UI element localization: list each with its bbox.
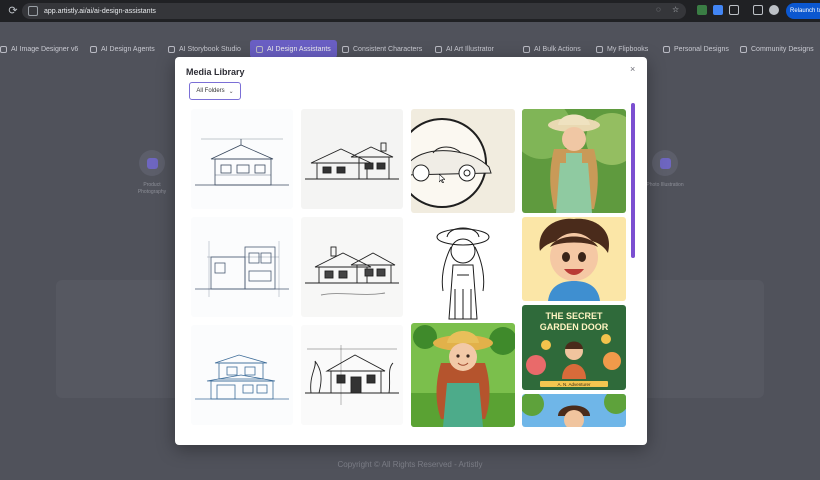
media-icon[interactable]	[753, 5, 763, 15]
book-title-line1: THE SECRET	[545, 311, 603, 321]
profile-avatar[interactable]	[769, 5, 779, 15]
nav-label: AI Bulk Actions	[534, 45, 581, 53]
eye-off-icon[interactable]: ◌	[656, 6, 664, 14]
user-icon	[342, 45, 349, 53]
nav-item-bulk-actions[interactable]: AI Bulk Actions	[523, 40, 581, 58]
folder-select-value: All Folders	[196, 88, 225, 94]
nav-label: My Flipbooks	[607, 45, 649, 53]
top-nav: AI Image Designer v6 AI Design Agents AI…	[0, 40, 820, 58]
nav-label: AI Design Assistants	[267, 45, 331, 53]
star-icon[interactable]: ☆	[672, 6, 680, 14]
extension-icon[interactable]	[697, 5, 707, 15]
grid-icon	[740, 45, 747, 53]
media-thumbnail[interactable]: THE SECRET GARDEN DOOR A. N. Adventurer	[522, 305, 626, 390]
wand-icon	[0, 45, 7, 53]
camera-icon	[139, 150, 165, 176]
media-thumbnail[interactable]	[191, 217, 293, 317]
feature-label: Product Photography	[137, 182, 167, 195]
address-bar[interactable]: app.artistly.ai/ai/ai-design-assistants …	[22, 3, 686, 19]
reload-icon[interactable]: ⟳	[6, 4, 20, 18]
nav-label: AI Storybook Studio	[179, 45, 241, 53]
media-thumbnail[interactable]	[522, 394, 626, 427]
nav-label: AI Image Designer v6	[11, 45, 79, 53]
book-icon	[168, 45, 175, 53]
chevron-down-icon: ⌄	[228, 88, 234, 95]
nav-item-flipbooks[interactable]: My Flipbooks	[596, 40, 648, 58]
relaunch-button[interactable]: Relaunch to update	[786, 3, 820, 19]
nav-item-art-illustrator[interactable]: AI Art Illustrator	[435, 40, 494, 58]
media-thumbnail[interactable]	[191, 325, 293, 425]
site-settings-icon[interactable]	[28, 6, 38, 16]
wand-icon	[90, 45, 97, 53]
browser-toolbar: ⟳ app.artistly.ai/ai/ai-design-assistant…	[0, 0, 820, 22]
media-thumbnail[interactable]	[191, 109, 293, 209]
footer-copyright: Copyright © All Rights Reserved - Artist…	[337, 460, 483, 469]
image-icon	[652, 150, 678, 176]
feature-product-photography: Product Photography	[132, 150, 172, 196]
brush-icon	[435, 45, 442, 53]
media-thumbnail[interactable]	[301, 217, 403, 317]
nav-item-storybook-studio[interactable]: AI Storybook Studio	[168, 40, 241, 58]
nav-label: AI Art Illustrator	[446, 45, 494, 53]
nav-label: AI Design Agents	[101, 45, 155, 53]
media-thumbnail[interactable]	[522, 109, 626, 213]
nav-item-consistent-characters[interactable]: Consistent Characters	[342, 40, 422, 58]
nav-item-image-designer[interactable]: AI Image Designer v6	[0, 40, 78, 58]
close-icon[interactable]: ×	[630, 64, 635, 74]
feature-photo-illustration: Photo Illustration	[645, 150, 685, 189]
url-text: app.artistly.ai/ai/ai-design-assistants	[44, 7, 156, 15]
nav-item-design-assistants[interactable]: AI Design Assistants	[250, 40, 337, 58]
modal-title: Media Library	[186, 67, 245, 77]
nav-label: Personal Designs	[674, 45, 729, 53]
media-thumbnail[interactable]	[411, 323, 515, 427]
nav-label: Consistent Characters	[353, 45, 423, 53]
media-library-modal: Media Library × All Folders ⌄ THE SECRET…	[175, 57, 647, 445]
book-author: A. N. Adventurer	[557, 382, 591, 387]
feature-label: Photo Illustration	[646, 182, 684, 188]
extension-icon[interactable]	[713, 5, 723, 15]
media-thumbnail[interactable]	[411, 219, 515, 323]
folder-select[interactable]: All Folders ⌄	[189, 82, 241, 100]
sparkle-icon	[256, 45, 263, 53]
folder-icon	[663, 45, 670, 53]
nav-item-community-designs[interactable]: Community Designs	[740, 40, 814, 58]
layers-icon	[523, 45, 530, 53]
mouse-cursor-icon	[439, 174, 445, 183]
puzzle-icon[interactable]	[729, 5, 739, 15]
nav-item-design-agents[interactable]: AI Design Agents	[90, 40, 155, 58]
media-thumbnail[interactable]	[301, 325, 403, 425]
book-title-line2: GARDEN DOOR	[540, 322, 609, 332]
nav-item-personal-designs[interactable]: Personal Designs	[663, 40, 729, 58]
media-thumbnail[interactable]	[411, 109, 515, 213]
media-thumbnail[interactable]	[522, 217, 626, 301]
media-scrollbar[interactable]	[631, 103, 635, 258]
book-icon	[596, 45, 603, 53]
nav-label: Community Designs	[751, 45, 814, 53]
media-thumbnail[interactable]	[301, 109, 403, 209]
